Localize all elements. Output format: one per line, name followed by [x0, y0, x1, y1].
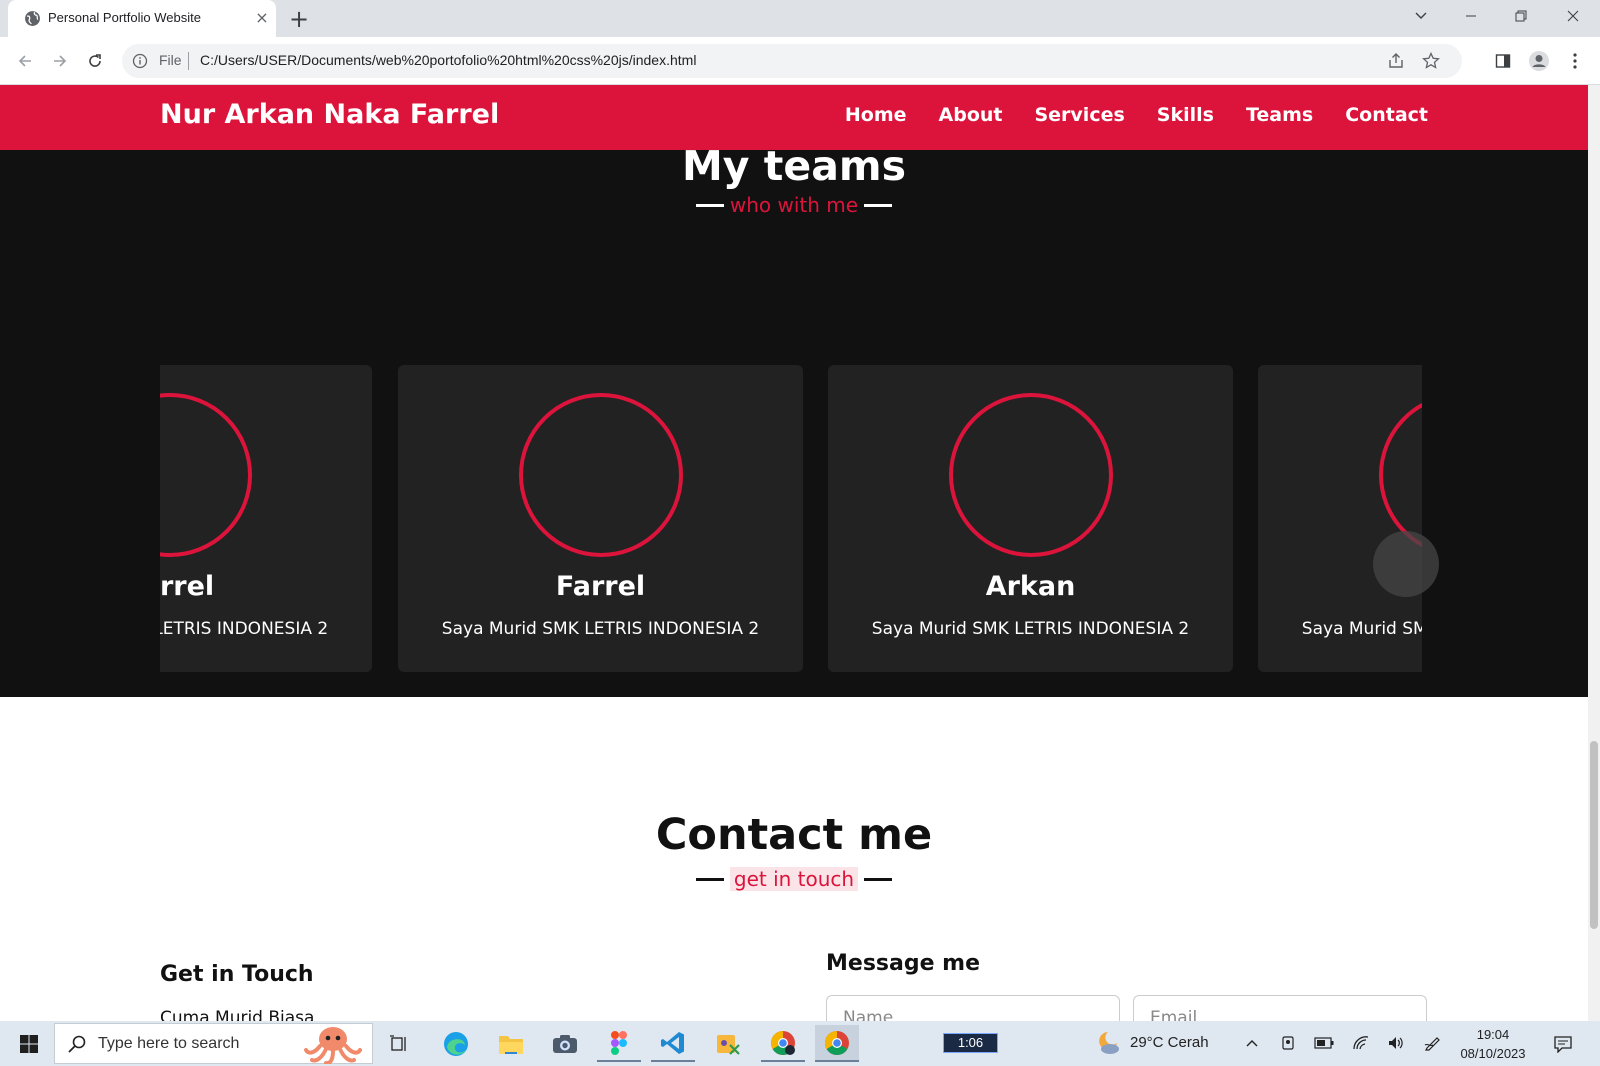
- subtitle-divider-left: [695, 877, 724, 881]
- contact-subtitle: get in touch: [729, 867, 859, 891]
- nav-link-contact[interactable]: Contact: [1345, 104, 1428, 126]
- nav-link-teams[interactable]: Teams: [1246, 104, 1313, 126]
- info-icon[interactable]: [132, 53, 148, 69]
- site-logo[interactable]: Nur Arkan Naka Farrel: [160, 99, 499, 130]
- page-viewport: Nur Arkan Naka Farrel Home About Service…: [0, 85, 1588, 1021]
- site-header: Nur Arkan Naka Farrel Home About Service…: [0, 85, 1588, 150]
- team-card[interactable]: Farrel Saya Murid SMK LETRIS INDONESIA 2: [160, 365, 372, 672]
- url-scheme-label: File: [159, 52, 182, 68]
- bookmark-star-icon[interactable]: [1422, 52, 1440, 70]
- browser-tab-strip: Personal Portfolio Website × +: [0, 0, 1600, 37]
- page-scrollbar[interactable]: [1588, 85, 1600, 1021]
- clock-date: 08/10/2023: [1460, 1046, 1526, 1061]
- windows-taskbar: Type here to search 1:06 29°C Cerah 19:0…: [0, 1021, 1600, 1066]
- tab-title: Personal Portfolio Website: [48, 10, 201, 25]
- subtitle-divider-right: [864, 877, 893, 881]
- address-bar[interactable]: File C:/Users/USER/Documents/web%20porto…: [122, 44, 1462, 78]
- contact-info-text: Cuma Murid Biasa: [160, 1008, 315, 1021]
- team-member-name: Farrel: [160, 571, 215, 602]
- teams-carousel[interactable]: Farrel Saya Murid SMK LETRIS INDONESIA 2…: [160, 365, 1422, 672]
- share-icon[interactable]: [1387, 52, 1405, 70]
- contact-title: Contact me: [655, 810, 933, 860]
- browser-menu-icon[interactable]: [1560, 46, 1590, 76]
- search-placeholder: Type here to search: [98, 1035, 240, 1052]
- chrome-profile-icon[interactable]: [761, 1025, 805, 1062]
- file-explorer-icon[interactable]: [489, 1025, 533, 1062]
- taskbar-search-box[interactable]: Type here to search: [54, 1023, 373, 1064]
- name-field[interactable]: [843, 1008, 1103, 1021]
- minimize-icon[interactable]: [1448, 0, 1494, 32]
- task-view-icon[interactable]: [377, 1025, 421, 1062]
- nav-link-skills[interactable]: Skills: [1157, 104, 1214, 126]
- team-card[interactable]: Arkan Saya Murid SMK LETRIS INDONESIA 2: [828, 365, 1233, 672]
- teams-subtitle: who with me: [729, 193, 859, 217]
- vscode-icon[interactable]: [651, 1025, 695, 1062]
- windows-start-icon[interactable]: [8, 1021, 50, 1066]
- browser-tab-active[interactable]: Personal Portfolio Website ×: [8, 0, 276, 37]
- teams-subtitle-row: who with me: [0, 193, 1588, 217]
- battery-time-badge[interactable]: 1:06: [943, 1033, 998, 1053]
- message-form-title: Message me: [826, 951, 981, 976]
- contact-subtitle-row: get in touch: [0, 867, 1588, 891]
- new-tab-button[interactable]: +: [284, 4, 314, 34]
- team-member-desc: Saya Murid SMK LETRIS INDONESIA 2: [871, 619, 1190, 639]
- nav-link-home[interactable]: Home: [845, 104, 907, 126]
- team-member-name: Farrel: [555, 571, 646, 602]
- tab-close-icon[interactable]: ×: [250, 6, 274, 30]
- reload-icon[interactable]: [80, 46, 110, 76]
- team-member-desc: Saya Murid SMK LETRIS INDONESIA 2: [441, 619, 760, 639]
- subtitle-divider-left: [695, 203, 724, 207]
- team-card[interactable]: Saya Murid SMK LETRIS INDONESIA 2: [1258, 365, 1422, 672]
- meet-now-icon[interactable]: [1277, 1033, 1299, 1053]
- wifi-icon[interactable]: [1350, 1033, 1372, 1053]
- show-hidden-icons-chevron-icon[interactable]: [1241, 1033, 1263, 1053]
- volume-icon[interactable]: [1385, 1033, 1407, 1053]
- nav-link-about[interactable]: About: [939, 104, 1003, 126]
- taskbar-clock[interactable]: 19:04 08/10/2023: [1453, 1025, 1533, 1063]
- team-member-avatar: [949, 393, 1113, 557]
- subtitle-divider-right: [864, 203, 893, 207]
- globe-icon: [25, 11, 40, 26]
- site-nav: Home About Services Skills Teams Contact: [845, 104, 1428, 126]
- chrome-browser-icon[interactable]: [815, 1025, 859, 1062]
- cursor-highlight: [1373, 531, 1439, 597]
- edge-browser-icon[interactable]: [434, 1025, 478, 1062]
- team-member-desc: Saya Murid SMK LETRIS INDONESIA 2: [1301, 619, 1422, 639]
- back-arrow-icon[interactable]: [10, 46, 40, 76]
- contact-info-title: Get in Touch: [160, 962, 314, 987]
- pen-workspace-icon[interactable]: [1422, 1033, 1444, 1053]
- figma-icon[interactable]: [597, 1025, 641, 1062]
- forward-arrow-icon[interactable]: [45, 46, 75, 76]
- close-window-icon[interactable]: [1550, 0, 1596, 32]
- camera-app-icon[interactable]: [543, 1025, 587, 1062]
- email-field[interactable]: [1150, 1008, 1410, 1021]
- team-member-name: Arkan: [985, 571, 1076, 602]
- team-card[interactable]: Farrel Saya Murid SMK LETRIS INDONESIA 2: [398, 365, 803, 672]
- name-field-box[interactable]: [826, 995, 1120, 1021]
- browser-toolbar: File C:/Users/USER/Documents/web%20porto…: [0, 37, 1600, 85]
- side-panel-icon[interactable]: [1488, 46, 1518, 76]
- email-field-box[interactable]: [1133, 995, 1427, 1021]
- url-text[interactable]: C:/Users/USER/Documents/web%20portofolio…: [200, 52, 696, 68]
- battery-icon[interactable]: [1313, 1033, 1335, 1053]
- search-icon: [68, 1035, 86, 1053]
- nav-link-services[interactable]: Services: [1034, 104, 1124, 126]
- team-member-avatar: [160, 393, 252, 557]
- team-member-avatar: [519, 393, 683, 557]
- weather-moon-cloud-icon[interactable]: [1094, 1029, 1122, 1057]
- url-separator: [188, 52, 189, 70]
- profile-avatar-icon[interactable]: [1524, 46, 1554, 76]
- notification-center-icon[interactable]: [1550, 1031, 1576, 1057]
- teams-section: My teams who with me Farrel Saya Murid S…: [0, 142, 1588, 697]
- team-member-desc: Saya Murid SMK LETRIS INDONESIA 2: [160, 619, 329, 639]
- octopus-search-highlight-icon: [304, 1027, 362, 1064]
- weather-text[interactable]: 29°C Cerah: [1130, 1034, 1209, 1051]
- restore-icon[interactable]: [1498, 0, 1544, 32]
- snipping-tool-icon[interactable]: [706, 1025, 750, 1062]
- scrollbar-thumb[interactable]: [1590, 741, 1598, 929]
- tab-search-dropdown-icon[interactable]: [1398, 0, 1444, 32]
- clock-time: 19:04: [1476, 1027, 1510, 1042]
